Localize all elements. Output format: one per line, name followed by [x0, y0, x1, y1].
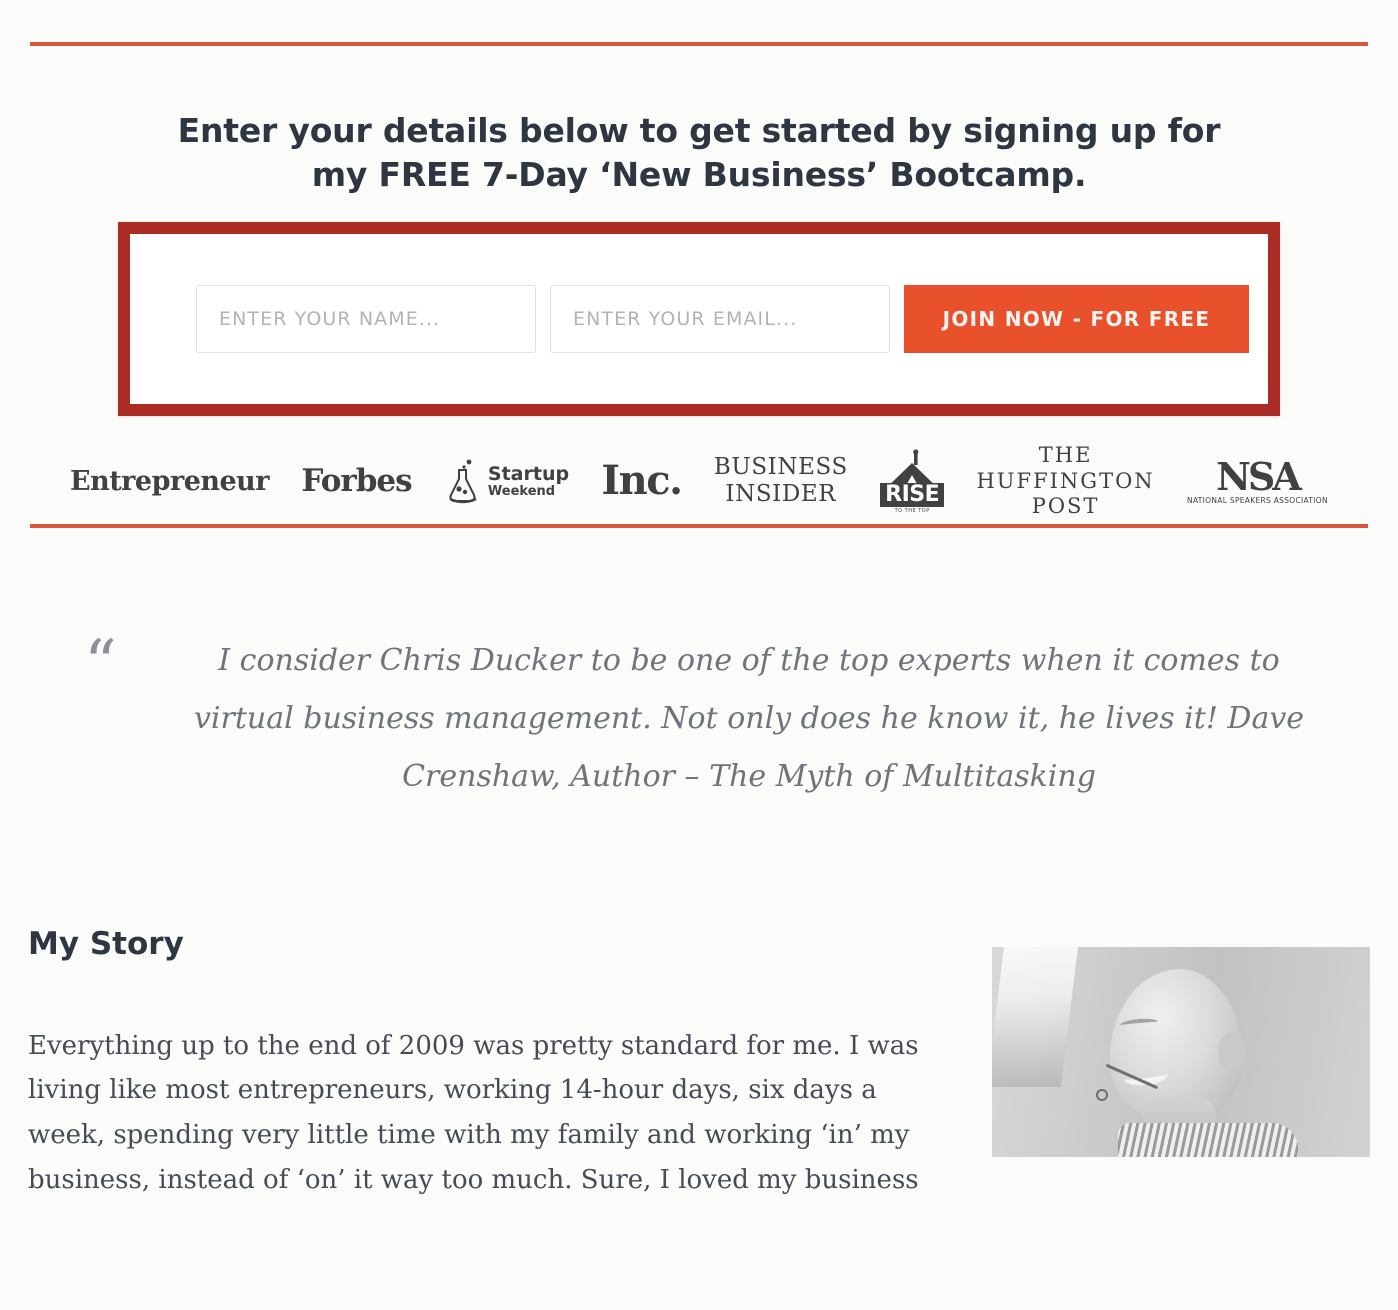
press-logo-strip: Entrepreneur Forbes Startup Weekend Inc.…	[70, 438, 1328, 524]
optin-heading-line-2: my FREE 7-Day ‘New Business’ Bootcamp.	[311, 154, 1087, 194]
testimonial: “ I consider Chris Ducker to be one of t…	[0, 632, 1398, 806]
signup-form-fields: JOIN NOW - FOR FREE	[130, 285, 1249, 354]
logo-business-insider: BUSINESS INSIDER	[714, 454, 848, 507]
optin-heading-line-1: Enter your details below to get started …	[177, 111, 1221, 150]
photo-shirt	[1118, 1122, 1298, 1157]
quote-mark-icon: “	[84, 627, 117, 702]
flask-icon	[449, 459, 477, 504]
optin-heading: Enter your details below to get started …	[150, 109, 1248, 196]
photo-banner	[992, 946, 1080, 1087]
join-now-button[interactable]: JOIN NOW - FOR FREE	[904, 285, 1249, 354]
logo-startup-weekend-line1: Startup	[487, 462, 570, 485]
logo-business-insider-line2: INSIDER	[725, 481, 837, 508]
my-story-section: My Story Everything up to the end of 200…	[28, 926, 1370, 1203]
my-story-paragraph: Everything up to the end of 2009 was pre…	[28, 1030, 919, 1195]
logo-nsa: NSA NATIONAL SPEAKERS ASSOCIATION	[1187, 453, 1328, 505]
logo-rise: RISE TO THE TOP	[880, 448, 945, 514]
my-story-media	[992, 926, 1370, 1203]
testimonial-line-2: business management. Not only does he kn…	[303, 700, 1218, 736]
name-input[interactable]	[196, 285, 536, 354]
photo-ear	[1218, 1032, 1246, 1071]
signup-form: JOIN NOW - FOR FREE	[118, 222, 1280, 417]
logo-inc: Inc.	[601, 457, 683, 505]
my-story-title: My Story	[28, 925, 184, 962]
logo-startup-weekend-text: Startup Weekend	[487, 462, 570, 499]
logo-business-insider-line1: BUSINESS	[713, 454, 848, 481]
email-input[interactable]	[550, 285, 890, 354]
logo-nsa-mark: NSA	[1216, 453, 1302, 499]
logo-rise-word: RISE	[880, 482, 945, 507]
logo-huffington-post-line2: HUFFINGTON	[976, 468, 1155, 493]
logo-huffington-post-line1: THE	[1038, 443, 1093, 468]
bottom-divider-rule	[30, 524, 1368, 529]
logo-rise-tagline: TO THE TOP	[894, 507, 930, 514]
landing-page: Enter your details below to get started …	[0, 42, 1398, 1203]
my-story-content: My Story Everything up to the end of 200…	[28, 926, 946, 1203]
logo-startup-weekend-line2: Weekend	[487, 483, 556, 499]
testimonial-text: I consider Chris Ducker to be one of the…	[190, 632, 1308, 806]
logo-entrepreneur: Entrepreneur	[70, 465, 270, 497]
logo-startup-weekend: Startup Weekend	[444, 458, 569, 504]
speaker-photo	[992, 946, 1370, 1157]
logo-huffington-post-line3: POST	[1031, 493, 1100, 518]
logo-forbes: Forbes	[301, 462, 412, 499]
top-divider-rule	[30, 42, 1368, 46]
logo-nsa-tagline: NATIONAL SPEAKERS ASSOCIATION	[1187, 495, 1328, 505]
photo-headset-mic	[1096, 1088, 1108, 1101]
logo-huffington-post: THE HUFFINGTON POST	[976, 443, 1154, 519]
